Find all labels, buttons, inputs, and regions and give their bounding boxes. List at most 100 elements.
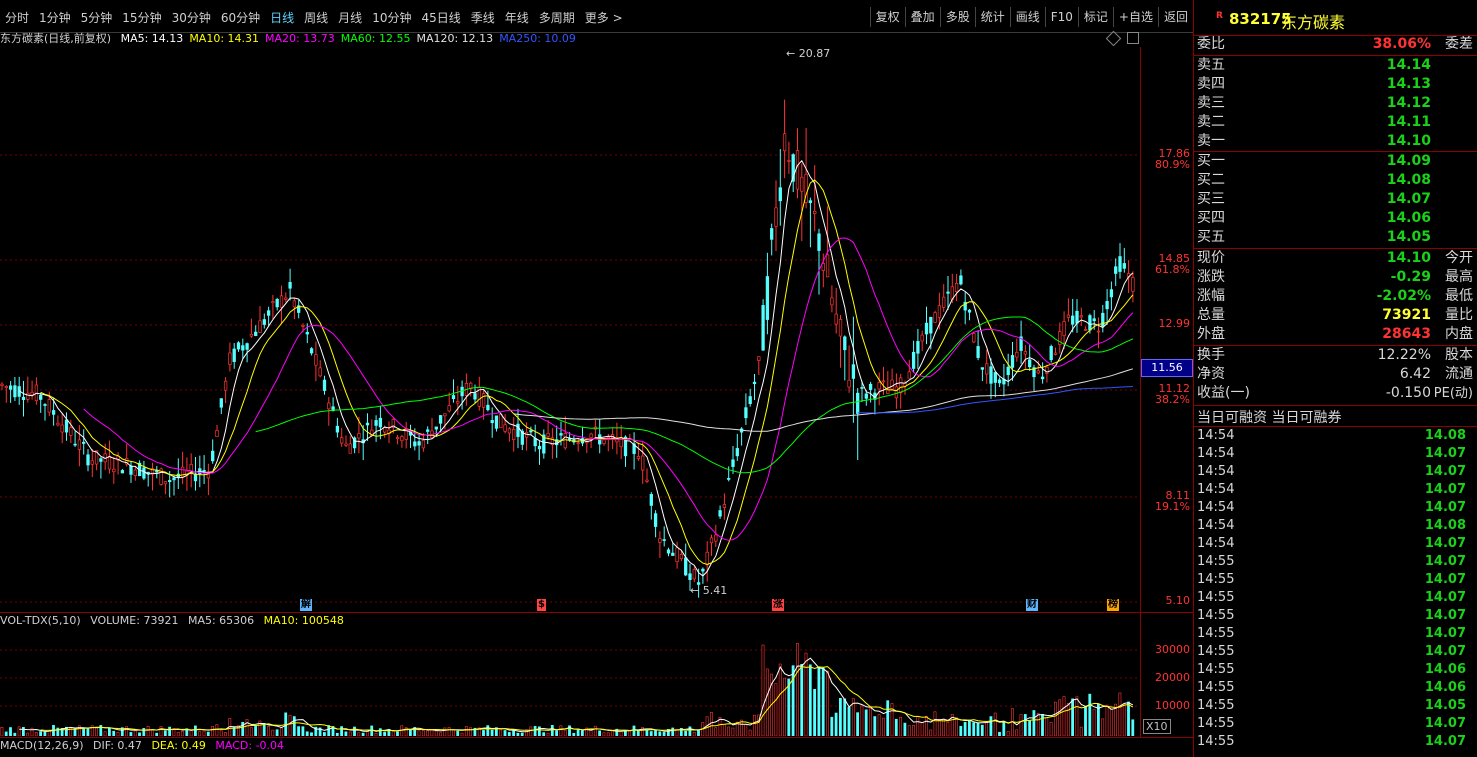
ma-legend-item: MA60: 12.55 bbox=[340, 32, 411, 45]
candle-body bbox=[1079, 315, 1083, 318]
candle-body bbox=[4, 385, 8, 388]
volume-bar bbox=[748, 729, 752, 736]
tool-button[interactable]: 返回 bbox=[1157, 7, 1193, 27]
candle-body bbox=[1092, 318, 1096, 322]
volume-bar bbox=[26, 732, 30, 736]
bid-row[interactable]: 买二 14.08 bbox=[1194, 171, 1475, 190]
volume-bar bbox=[834, 712, 838, 736]
volume-bar bbox=[907, 725, 911, 736]
candle-body bbox=[434, 426, 438, 430]
volume-bar bbox=[486, 725, 490, 736]
bid-row[interactable]: 买三 14.07 bbox=[1194, 190, 1475, 209]
candle-body bbox=[39, 394, 43, 400]
chart-options-icon[interactable] bbox=[1105, 30, 1122, 47]
tick-time: 14:54 bbox=[1197, 446, 1235, 461]
period-tab[interactable]: 60分钟 bbox=[216, 9, 265, 27]
volume-bar bbox=[340, 726, 344, 736]
tool-button[interactable]: F10 bbox=[1044, 7, 1078, 27]
candle-body bbox=[438, 415, 443, 424]
tool-button[interactable]: 复权 bbox=[869, 7, 905, 27]
ask-row[interactable]: 卖一 14.10 bbox=[1194, 132, 1475, 151]
tick-row: 14:54 14.07 bbox=[1194, 535, 1477, 553]
candle-body bbox=[1062, 321, 1066, 337]
chart-close-icon[interactable] bbox=[1127, 32, 1139, 44]
candlestick-chart[interactable] bbox=[0, 47, 1140, 612]
stat-label: 收益(一) bbox=[1197, 385, 1250, 401]
candle-body bbox=[1083, 329, 1088, 331]
period-tab[interactable]: 45日线 bbox=[416, 9, 465, 27]
stat-value: -2.02% bbox=[1376, 288, 1431, 304]
period-tab[interactable]: 多周期 bbox=[534, 9, 580, 27]
period-tab[interactable]: 1分钟 bbox=[34, 9, 76, 27]
period-tab[interactable]: 更多 > bbox=[580, 9, 628, 27]
ask-row[interactable]: 卖四 14.13 bbox=[1194, 75, 1475, 94]
tool-button[interactable]: 统计 bbox=[974, 7, 1010, 27]
candle-body bbox=[980, 367, 985, 370]
candle-body bbox=[322, 379, 327, 391]
volume-bar bbox=[1045, 717, 1049, 736]
event-marker[interactable]: $ bbox=[537, 599, 546, 611]
tool-button[interactable]: +自选 bbox=[1112, 7, 1158, 27]
volume-bar bbox=[456, 730, 460, 736]
margin-trade-label[interactable]: 当日可融资 当日可融券 bbox=[1197, 407, 1341, 427]
event-marker[interactable]: 涨 bbox=[772, 599, 784, 611]
volume-bar bbox=[189, 730, 193, 736]
tool-button[interactable]: 叠加 bbox=[904, 7, 940, 27]
period-tab[interactable]: 5分钟 bbox=[76, 9, 118, 27]
period-tab[interactable]: 10分钟 bbox=[367, 9, 416, 27]
stat-label: 总量 bbox=[1197, 307, 1225, 323]
period-tab[interactable]: 15分钟 bbox=[117, 9, 166, 27]
candle-body bbox=[645, 479, 649, 482]
candle-body bbox=[920, 334, 924, 342]
volume-bar bbox=[447, 727, 451, 736]
candle-body bbox=[709, 537, 714, 544]
macd-dif: DIF: 0.47 bbox=[93, 739, 142, 752]
volume-ma10: MA10: 100548 bbox=[263, 614, 344, 627]
period-toolbar: 分时 1分钟 5分钟 15分钟 30分钟 60分钟 日线 周线 月线 10分钟 45日线 季线 年线 多周… bbox=[0, 0, 1193, 33]
stat-label: 换手 bbox=[1197, 347, 1225, 363]
volume-bar bbox=[39, 731, 43, 736]
period-tab[interactable]: 月线 bbox=[333, 9, 367, 27]
candle-body bbox=[701, 568, 705, 572]
period-tab[interactable]: 分时 bbox=[0, 9, 34, 27]
period-tab[interactable]: 周线 bbox=[299, 9, 333, 27]
main-chart-legend: 东方碳素(日线,前复权) MA5: 14.13 MA10: 14.31 MA20: … bbox=[0, 31, 588, 47]
volume-bar bbox=[791, 665, 795, 736]
candle-body bbox=[395, 437, 400, 440]
volume-bar bbox=[967, 719, 971, 736]
period-tab[interactable]: 年线 bbox=[500, 9, 534, 27]
volume-bar bbox=[215, 724, 219, 736]
event-marker[interactable]: 解 bbox=[300, 599, 312, 611]
bid-row[interactable]: 买四 14.06 bbox=[1194, 209, 1475, 228]
tool-button[interactable]: 标记 bbox=[1077, 7, 1113, 27]
volume-bar bbox=[645, 729, 649, 736]
period-tab[interactable]: 季线 bbox=[466, 9, 500, 27]
ask-price: 14.12 bbox=[1386, 95, 1431, 111]
volume-bar bbox=[86, 728, 90, 736]
volume-bar bbox=[826, 670, 829, 736]
volume-axis: 30000 20000 10000 X10 bbox=[1140, 613, 1194, 737]
volume-chart[interactable] bbox=[0, 630, 1140, 736]
ask-row[interactable]: 卖五 14.14 bbox=[1194, 56, 1475, 75]
bid-row[interactable]: 买五 14.05 bbox=[1194, 228, 1475, 247]
tool-button[interactable]: 多股 bbox=[939, 7, 975, 27]
tool-button[interactable]: 画线 bbox=[1009, 7, 1045, 27]
candle-body bbox=[447, 405, 451, 412]
candle-body bbox=[0, 383, 4, 386]
period-tab[interactable]: 日线 bbox=[265, 9, 299, 27]
period-tab[interactable]: 30分钟 bbox=[167, 9, 216, 27]
candle-body bbox=[13, 385, 17, 398]
candle-body bbox=[847, 379, 851, 388]
ask-row[interactable]: 卖二 14.11 bbox=[1194, 113, 1475, 132]
event-marker[interactable]: 榜 bbox=[1107, 599, 1119, 611]
candle-body bbox=[722, 504, 727, 508]
volume-bar bbox=[34, 732, 38, 736]
volume-bar bbox=[555, 730, 559, 736]
bid-row[interactable]: 买一 14.09 bbox=[1194, 152, 1475, 171]
volume-bar bbox=[869, 708, 872, 736]
candle-body bbox=[142, 467, 146, 479]
event-marker[interactable]: 财 bbox=[1026, 599, 1038, 611]
ask-row[interactable]: 卖三 14.12 bbox=[1194, 94, 1475, 113]
volume-bar bbox=[684, 731, 688, 736]
stat-row: 涨幅 -2.02% 最低 bbox=[1194, 287, 1475, 306]
